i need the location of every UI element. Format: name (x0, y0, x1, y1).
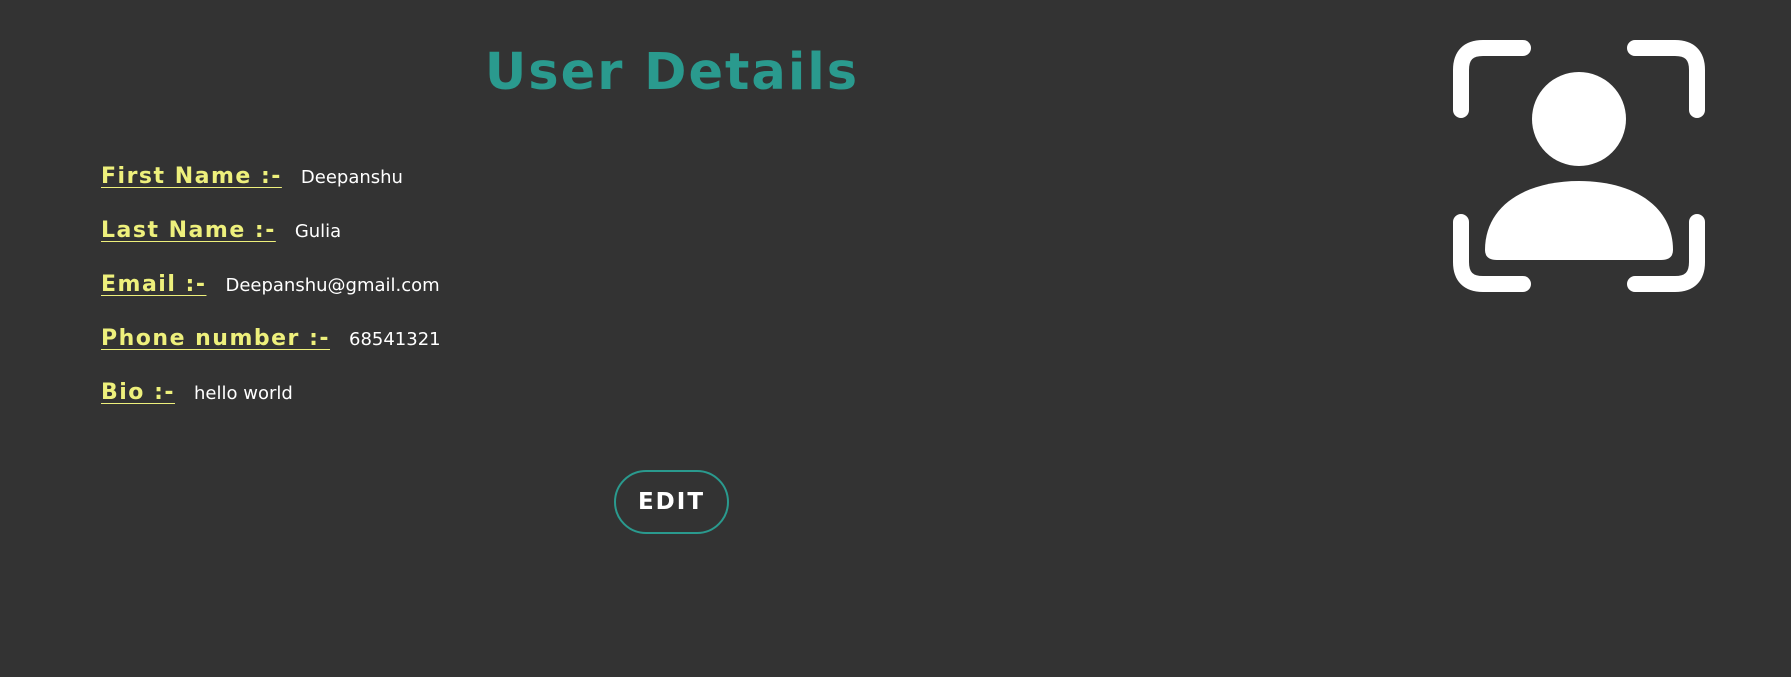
first-name-value: Deepanshu (300, 167, 403, 188)
phone-value: 68541321 (349, 329, 441, 350)
email-value: Deepanshu@gmail.com (225, 275, 440, 296)
phone-label: Phone number :- (101, 326, 330, 351)
last-name-value: Gulia (294, 221, 342, 242)
detail-row-email: Email :- Deepanshu@gmail.com (101, 272, 441, 326)
bio-value: hello world (194, 383, 293, 404)
last-name-label: Last Name :- (101, 218, 276, 243)
bio-label: Bio :- (101, 380, 176, 405)
edit-button[interactable]: EDIT (614, 470, 729, 534)
detail-row-bio: Bio :- hello world (101, 380, 441, 434)
detail-row-last-name: Last Name :- Gulia (101, 218, 441, 272)
detail-row-phone: Phone number :- 68541321 (101, 326, 441, 380)
detail-row-first-name: First Name :- Deepanshu (101, 164, 441, 218)
user-scan-icon (1453, 40, 1705, 292)
user-details-list: First Name :- Deepanshu Last Name :- Gul… (101, 164, 441, 434)
first-name-label: First Name :- (101, 164, 282, 189)
page-title: User Details (484, 43, 860, 102)
email-label: Email :- (101, 272, 207, 297)
